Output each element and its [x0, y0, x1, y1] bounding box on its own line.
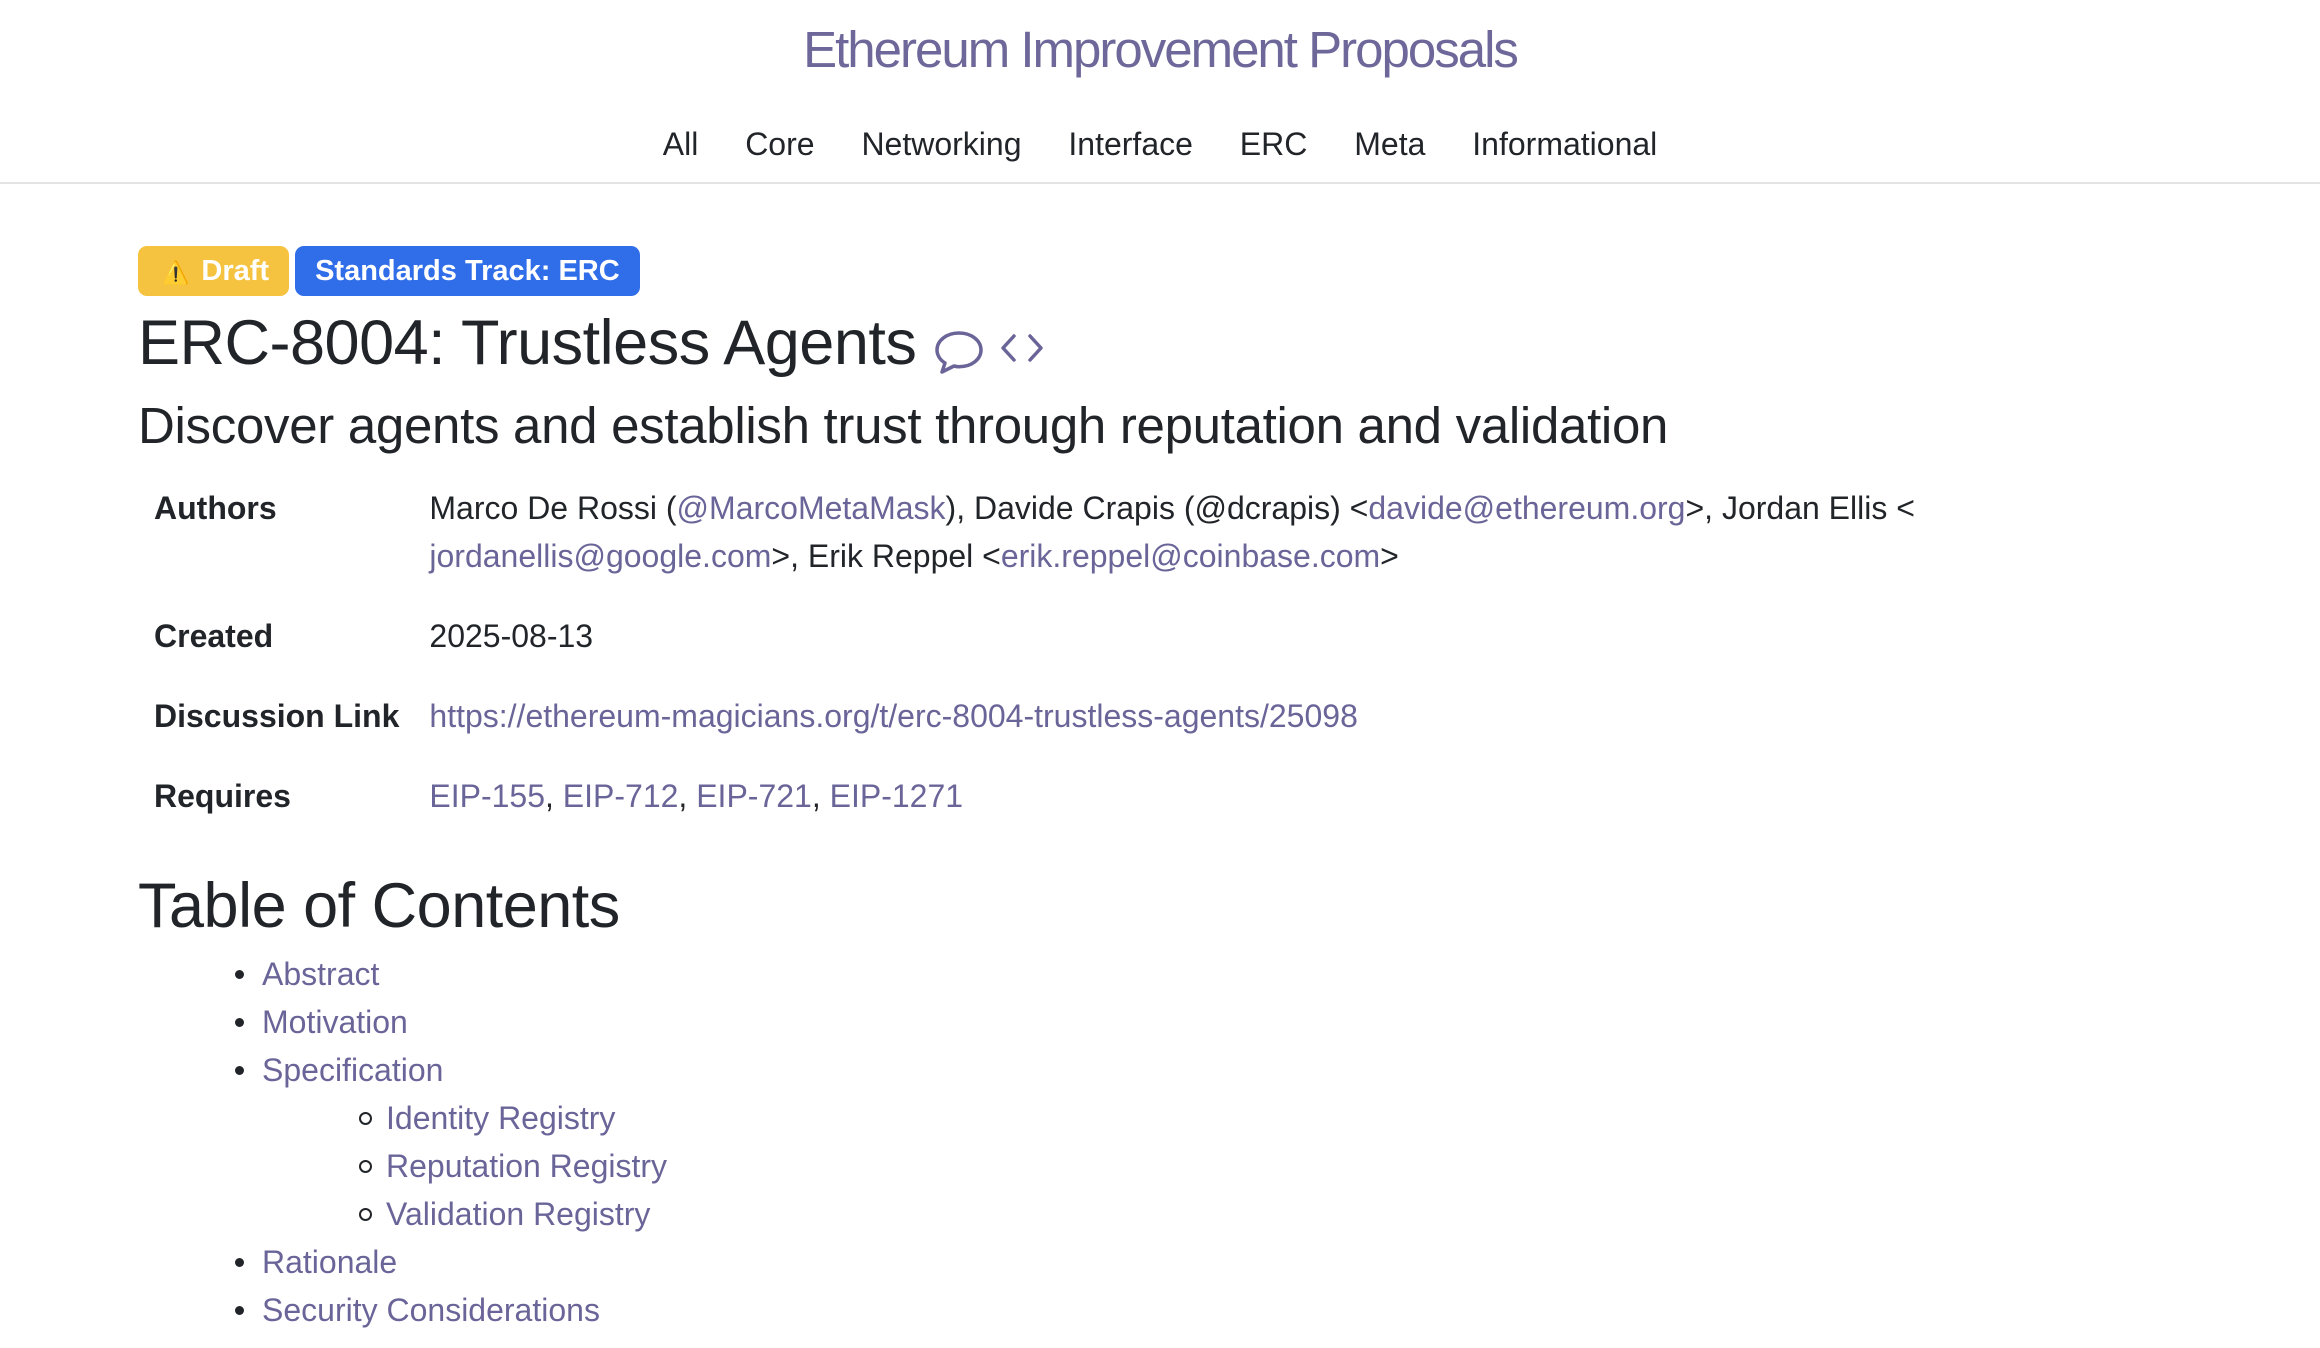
- main-nav: All Core Networking Interface ERC Meta I…: [0, 112, 2320, 176]
- author-text: ), Davide Crapis (@dcrapis) <: [945, 490, 1369, 526]
- requires-link-eip-1271[interactable]: EIP-1271: [830, 778, 963, 814]
- comment-icon[interactable]: [933, 328, 985, 381]
- toc-subitem: Reputation Registry: [359, 1142, 2178, 1190]
- toc-item: Motivation: [235, 998, 2178, 1046]
- toc-subitem: Validation Registry: [359, 1190, 2178, 1238]
- toc-item: Specification Identity Registry Reputati…: [235, 1046, 2178, 1238]
- author-email-link[interactable]: erik.reppel@coinbase.com: [1001, 538, 1380, 574]
- nav-item-core[interactable]: Core: [745, 112, 814, 176]
- nav-item-meta[interactable]: Meta: [1354, 112, 1425, 176]
- badge-row: ⚠️ Draft Standards Track: ERC: [138, 246, 2178, 298]
- toc-link-validation-registry[interactable]: Validation Registry: [386, 1196, 650, 1232]
- toc-link-security-considerations[interactable]: Security Considerations: [262, 1292, 600, 1328]
- toc-heading: Table of Contents: [138, 871, 620, 941]
- toc-link-specification[interactable]: Specification: [262, 1052, 443, 1088]
- author-email-link[interactable]: jordanellis@google.com: [429, 538, 771, 574]
- eip-description: Discover agents and establish trust thro…: [138, 397, 1669, 454]
- separator: ,: [545, 778, 563, 814]
- created-label: Created: [154, 618, 274, 654]
- main-content: ⚠️ Draft Standards Track: ERC ERC-8004: Tr…: [138, 246, 2178, 1334]
- author-github-link[interactable]: @MarcoMetaMask: [677, 490, 946, 526]
- author-text: >: [1380, 538, 1399, 574]
- preamble-row-created: Created 2025-08-13: [138, 602, 2149, 682]
- preamble-row-requires: Requires EIP-155, EIP-712, EIP-721, EIP-…: [138, 762, 2149, 842]
- requires-link-eip-721[interactable]: EIP-721: [696, 778, 812, 814]
- discussion-link[interactable]: https://ethereum-magicians.org/t/erc-800…: [429, 698, 1357, 734]
- code-icon[interactable]: [999, 328, 1045, 373]
- requires-link-eip-155[interactable]: EIP-155: [429, 778, 545, 814]
- status-badge-draft: ⚠️ Draft: [138, 246, 290, 296]
- toc-link-motivation[interactable]: Motivation: [262, 1004, 408, 1040]
- nav-item-interface[interactable]: Interface: [1068, 112, 1193, 176]
- preamble-table: Authors Marco De Rossi (@MarcoMetaMask),…: [138, 474, 2149, 842]
- site-title[interactable]: Ethereum Improvement Proposals: [0, 14, 2320, 86]
- toc-subitem: Identity Registry: [359, 1094, 2178, 1142]
- status-badge-label: Draft: [201, 255, 270, 287]
- preamble-row-discussion: Discussion Link https://ethereum-magicia…: [138, 682, 2149, 762]
- author-text: >, Erik Reppel <: [771, 538, 1001, 574]
- toc-link-rationale[interactable]: Rationale: [262, 1244, 397, 1280]
- author-email-link[interactable]: davide@ethereum.org: [1368, 490, 1685, 526]
- discussion-value: https://ethereum-magicians.org/t/erc-800…: [417, 682, 2149, 762]
- toc-item: Security Considerations: [235, 1286, 2178, 1334]
- discussion-label: Discussion Link: [154, 698, 400, 734]
- authors-value: Marco De Rossi (@MarcoMetaMask), Davide …: [417, 474, 2149, 602]
- preamble-row-authors: Authors Marco De Rossi (@MarcoMetaMask),…: [138, 474, 2149, 602]
- requires-link-eip-712[interactable]: EIP-712: [563, 778, 679, 814]
- toc-link-reputation-registry[interactable]: Reputation Registry: [386, 1148, 667, 1184]
- warning-icon: ⚠️: [162, 260, 190, 285]
- nav-item-informational[interactable]: Informational: [1472, 112, 1657, 176]
- toc-list: Abstract Motivation Specification Identi…: [138, 950, 2178, 1334]
- toc-link-abstract[interactable]: Abstract: [262, 956, 379, 992]
- separator: ,: [678, 778, 697, 814]
- nav-item-erc[interactable]: ERC: [1240, 112, 1308, 176]
- nav-item-all[interactable]: All: [663, 112, 699, 176]
- toc-link-identity-registry[interactable]: Identity Registry: [386, 1100, 615, 1136]
- toc-item: Rationale: [235, 1238, 2178, 1286]
- created-value: 2025-08-13: [429, 618, 594, 654]
- nav-item-networking[interactable]: Networking: [861, 112, 1021, 176]
- toc-item: Abstract: [235, 950, 2178, 998]
- title-row: ERC-8004: Trustless Agents: [138, 304, 2178, 382]
- toc-sublist: Identity Registry Reputation Registry Va…: [262, 1094, 2178, 1238]
- requires-value: EIP-155, EIP-712, EIP-721, EIP-1271: [417, 762, 2149, 842]
- category-badge: Standards Track: ERC: [295, 246, 640, 296]
- author-text: Marco De Rossi (: [429, 490, 677, 526]
- requires-label: Requires: [154, 778, 291, 814]
- authors-label: Authors: [154, 490, 277, 526]
- separator: ,: [811, 778, 830, 814]
- site-header: Ethereum Improvement Proposals All Core …: [0, 0, 2320, 184]
- page-title: ERC-8004: Trustless Agents: [138, 308, 917, 378]
- author-text: >, Jordan Ellis <: [1685, 490, 1915, 526]
